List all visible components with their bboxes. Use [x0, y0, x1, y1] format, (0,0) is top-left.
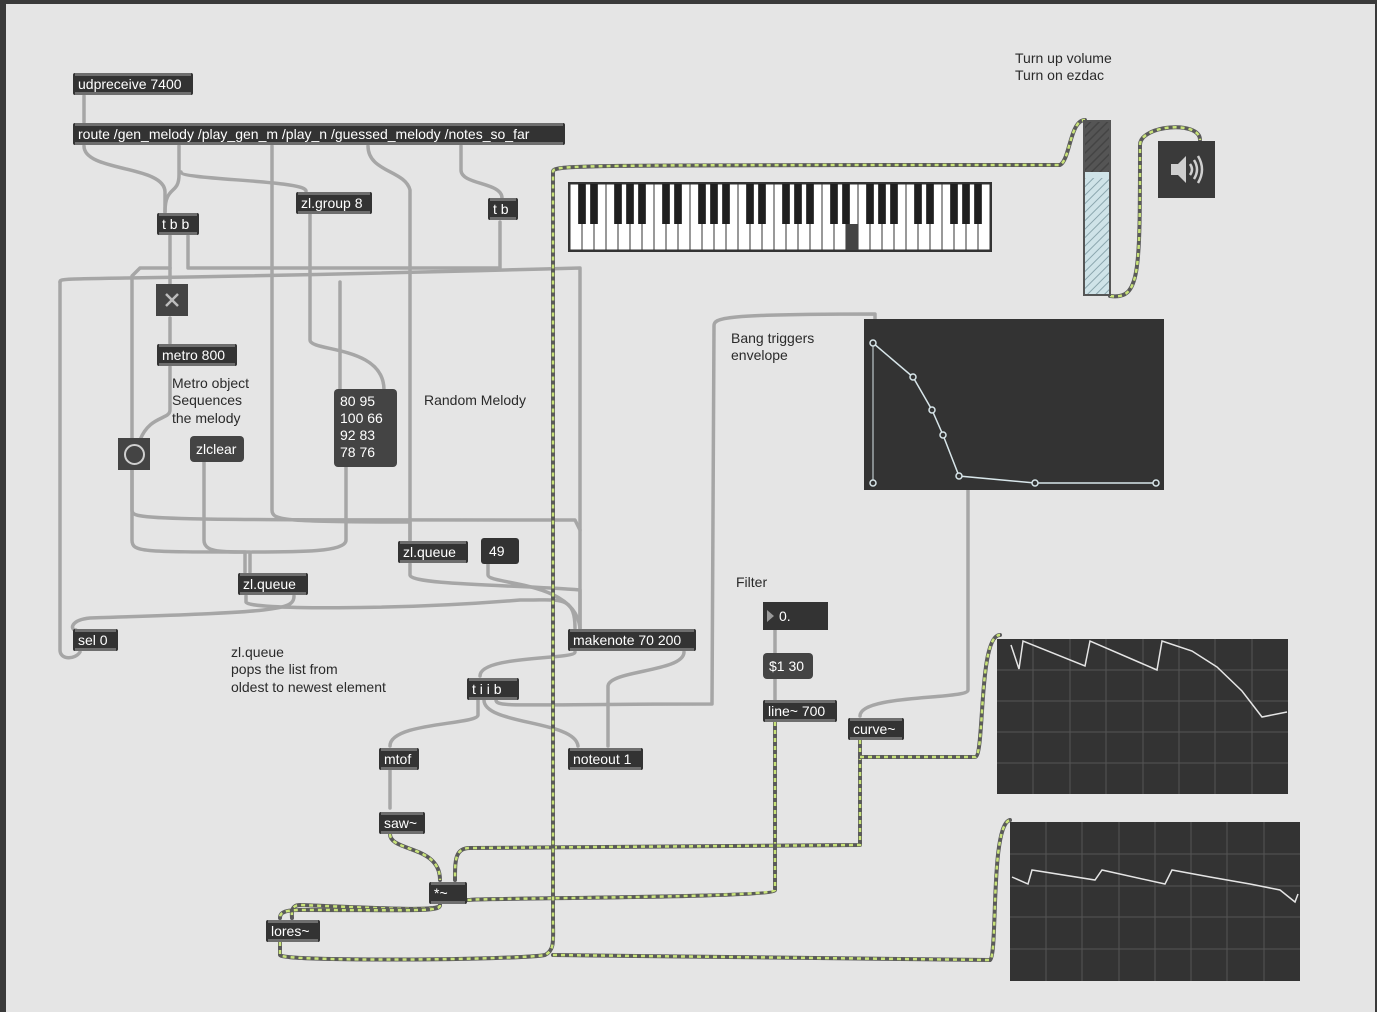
oscilloscope-1 [997, 639, 1288, 794]
black-key[interactable] [746, 184, 754, 224]
black-key[interactable] [698, 184, 706, 224]
scope-waveform-1 [997, 639, 1288, 794]
comment-bang-triggers: Bang triggers [731, 330, 815, 346]
line-object[interactable]: line~ 700 [763, 700, 837, 722]
black-key[interactable] [914, 184, 922, 224]
trigger-bb-object[interactable]: t b b [157, 213, 199, 235]
ezdac-button[interactable] [1158, 141, 1215, 198]
number-box[interactable]: 49 [481, 538, 519, 564]
multiply-signal-object[interactable]: *~ [429, 882, 467, 904]
saw-object[interactable]: saw~ [379, 812, 425, 834]
black-key[interactable] [578, 184, 586, 224]
melody-list-message[interactable]: 80 95 100 66 92 83 78 76 [334, 389, 397, 467]
black-key[interactable] [962, 184, 970, 224]
comment-metro-object: Metro object [172, 375, 250, 391]
black-key[interactable] [662, 184, 670, 224]
makenote-object[interactable]: makenote 70 200 [568, 629, 696, 651]
zl-queue-object-2[interactable]: zl.queue [398, 541, 468, 563]
black-key[interactable] [878, 184, 886, 224]
comment-oldest-newest: oldest to newest element [231, 679, 386, 695]
black-key[interactable] [674, 184, 682, 224]
black-key[interactable] [710, 184, 718, 224]
black-key[interactable] [926, 184, 934, 224]
x-toggle-icon [165, 293, 179, 307]
curve-object[interactable]: curve~ [848, 718, 904, 740]
black-key[interactable] [758, 184, 766, 224]
gain-slider-fill [1085, 122, 1109, 294]
toggle[interactable] [156, 284, 188, 316]
black-key[interactable] [794, 184, 802, 224]
gain-slider[interactable] [1083, 120, 1111, 296]
ramp-message[interactable]: $1 30 [763, 653, 813, 679]
melody-line: 78 76 [340, 444, 376, 460]
black-key[interactable] [614, 184, 622, 224]
float-number-box[interactable]: 0. [763, 602, 828, 630]
mtof-object[interactable]: mtof [379, 748, 419, 770]
black-key[interactable] [866, 184, 874, 224]
oscilloscope-2 [1010, 822, 1300, 981]
comment-turn-up-volume: Turn up volume [1015, 50, 1112, 66]
route-object[interactable]: route /gen_melody /play_gen_m /play_n /g… [73, 123, 565, 145]
black-key[interactable] [974, 184, 982, 224]
black-key[interactable] [590, 184, 598, 224]
black-key[interactable] [806, 184, 814, 224]
melody-line: 100 66 [340, 410, 383, 426]
noteout-object[interactable]: noteout 1 [568, 748, 643, 770]
comment-filter: Filter [736, 574, 768, 590]
piano-keyboard[interactable] [568, 182, 992, 252]
comment-zl-queue: zl.queue [231, 644, 284, 660]
comment-the-melody: the melody [172, 410, 241, 426]
speaker-icon [1171, 155, 1204, 184]
zl-group-object[interactable]: zl.group 8 [296, 192, 372, 214]
black-key[interactable] [638, 184, 646, 224]
melody-line: 92 83 [340, 427, 376, 443]
black-key[interactable] [830, 184, 838, 224]
black-key[interactable] [722, 184, 730, 224]
float-arrow-icon [767, 610, 774, 622]
black-key[interactable] [842, 184, 850, 224]
comment-random-melody: Random Melody [424, 392, 526, 408]
trigger-b-object[interactable]: t b [488, 198, 518, 220]
metro-object[interactable]: metro 800 [157, 344, 237, 366]
black-key[interactable] [890, 184, 898, 224]
udpreceive-object[interactable]: udpreceive 7400 [73, 73, 193, 95]
envelope-curve [869, 339, 1160, 487]
select-object[interactable]: sel 0 [73, 629, 118, 651]
black-key[interactable] [626, 184, 634, 224]
piano-keys [569, 183, 991, 251]
comment-pops-list: pops the list from [231, 661, 338, 677]
envelope-function-editor[interactable] [864, 319, 1164, 490]
bang-button[interactable] [118, 438, 150, 470]
zlclear-message[interactable]: zlclear [190, 436, 244, 462]
melody-line: 80 95 [340, 393, 376, 409]
scope-waveform-2 [1010, 822, 1300, 981]
active-key [846, 224, 858, 250]
bang-circle-icon [124, 444, 145, 465]
trigger-iib-object[interactable]: t i i b [467, 678, 519, 700]
comment-turn-on-ezdac: Turn on ezdac [1015, 67, 1104, 83]
comment-envelope: envelope [731, 347, 788, 363]
float-value: 0. [779, 608, 791, 624]
lores-object[interactable]: lores~ [266, 920, 320, 942]
comment-sequences: Sequences [172, 392, 243, 408]
zl-queue-object[interactable]: zl.queue [238, 573, 308, 595]
black-key[interactable] [782, 184, 790, 224]
black-key[interactable] [950, 184, 958, 224]
